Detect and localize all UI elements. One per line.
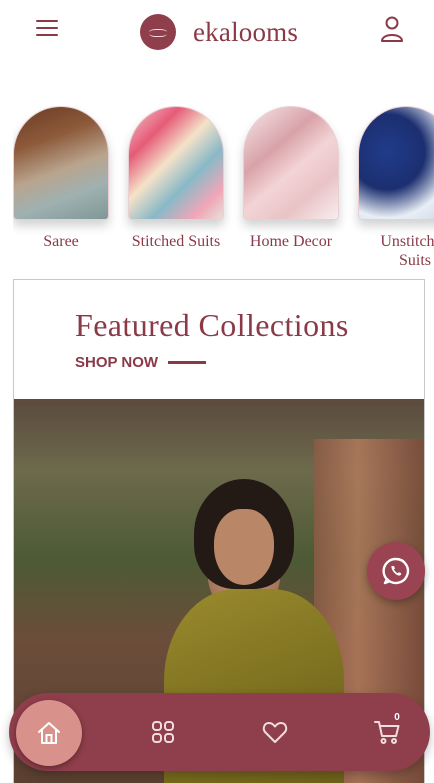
cart-count-badge: 0 — [394, 712, 400, 723]
header: ekalooms — [0, 0, 434, 64]
category-image — [358, 106, 434, 220]
brand-logo[interactable]: ekalooms — [140, 14, 298, 50]
category-stitched-suits[interactable]: Stitched Suits — [128, 106, 224, 251]
user-icon[interactable] — [380, 16, 404, 42]
section-title: Featured Collections — [75, 307, 349, 343]
category-label: Unstitched Suits — [380, 233, 434, 269]
grid-icon[interactable] — [149, 718, 177, 746]
category-label: Saree — [43, 233, 79, 250]
category-image — [128, 106, 224, 220]
hamburger-menu-icon[interactable] — [36, 20, 58, 38]
shop-now-underline — [168, 361, 207, 364]
category-image — [13, 106, 109, 220]
whatsapp-chat-button[interactable] — [367, 542, 425, 600]
category-saree[interactable]: Saree — [13, 106, 109, 251]
category-image — [243, 106, 339, 220]
home-icon[interactable] — [16, 700, 82, 766]
category-unstitched-suits[interactable]: Unstitched Suits — [358, 106, 434, 270]
category-carousel[interactable]: Saree Stitched Suits Home Decor Unstitch… — [13, 106, 434, 274]
cart-icon[interactable]: 0 — [373, 712, 401, 746]
brand-name: ekalooms — [193, 16, 299, 47]
category-label: Stitched Suits — [131, 233, 221, 250]
whatsapp-icon — [382, 557, 410, 585]
logo-mark-icon — [140, 14, 176, 50]
hero-model-face — [214, 509, 274, 585]
bottom-navigation: 0 — [9, 693, 430, 771]
shop-now-link[interactable]: SHOP NOW — [75, 354, 207, 371]
shop-now-label: SHOP NOW — [75, 354, 159, 371]
category-home-decor[interactable]: Home Decor — [243, 106, 339, 251]
heart-icon[interactable] — [261, 718, 289, 746]
category-label: Home Decor — [249, 233, 333, 250]
